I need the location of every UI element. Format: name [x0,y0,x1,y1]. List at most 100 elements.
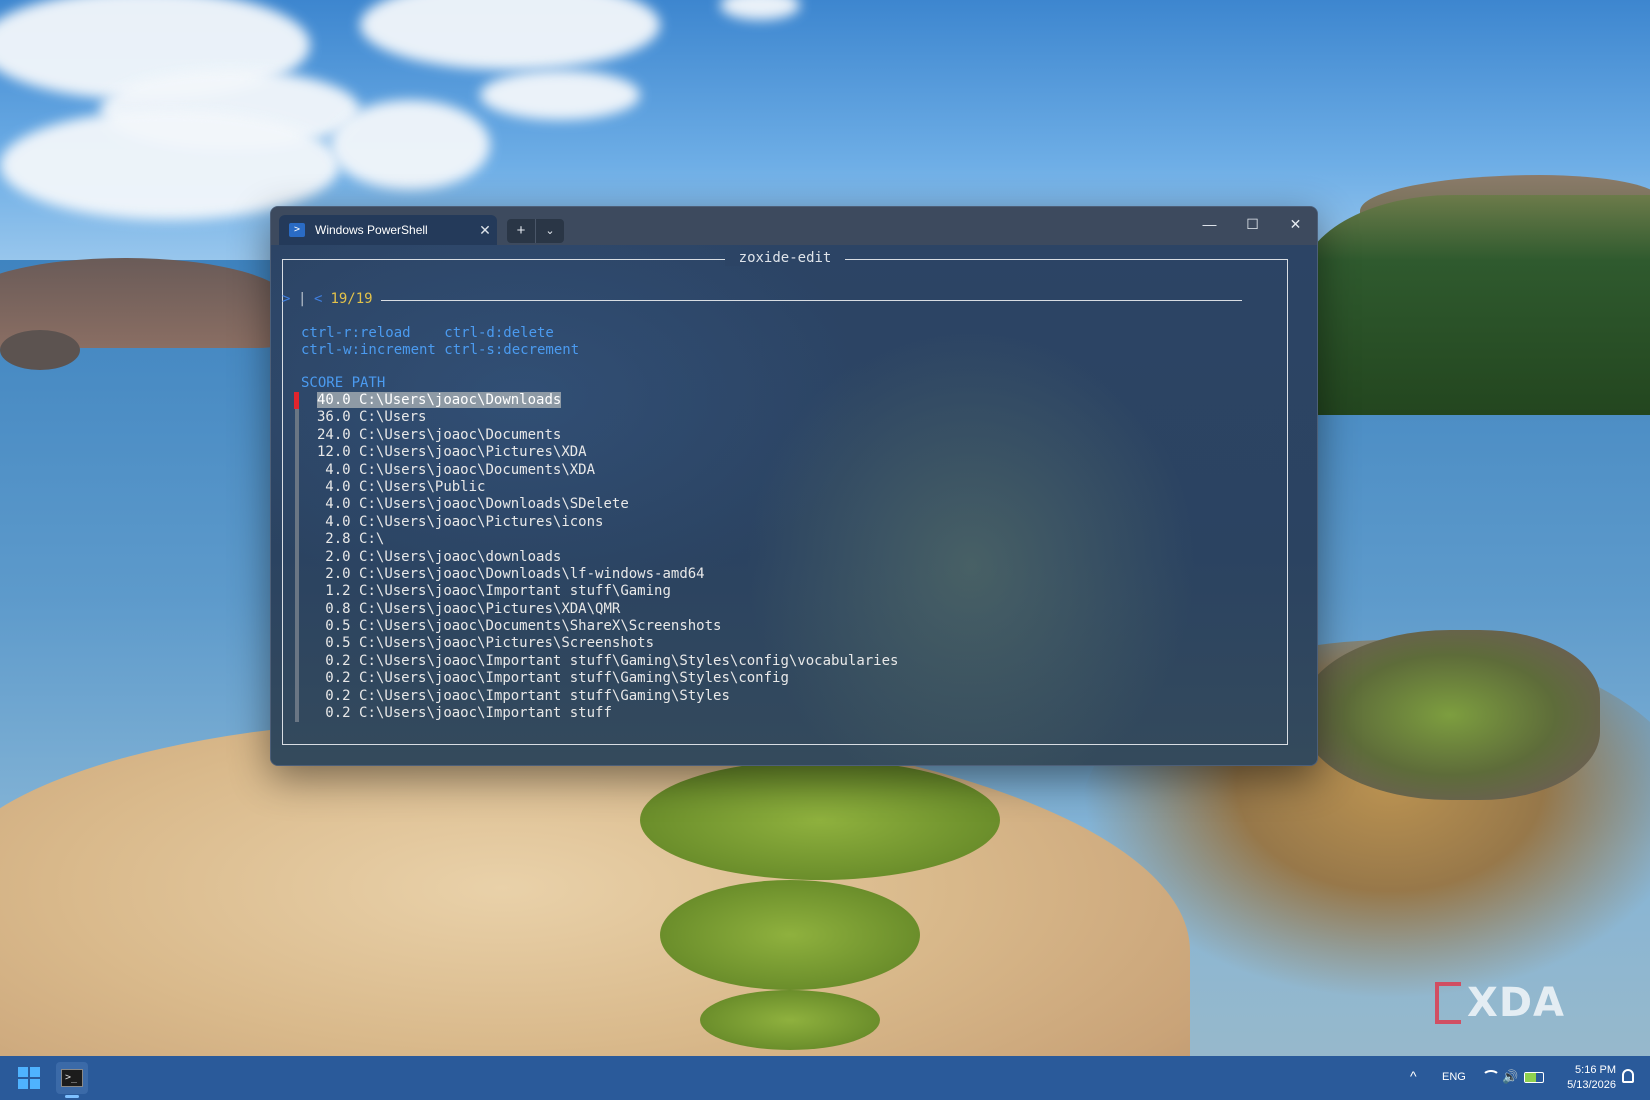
row-text: 2.0 C:\Users\joaoc\Downloads\lf-windows-… [317,565,705,582]
selection-marker [294,392,299,410]
list-item[interactable]: 1.2 C:\Users\joaoc\Important stuff\Gamin… [283,583,1083,601]
list-item[interactable]: 0.2 C:\Users\joaoc\Important stuff [283,705,1083,723]
language-indicator[interactable]: ENG [1442,1071,1466,1083]
list-header: SCORE PATH [301,375,386,391]
gutter-marker [295,548,299,566]
list-item[interactable]: 0.2 C:\Users\joaoc\Important stuff\Gamin… [283,687,1083,706]
volume-icon[interactable]: 🔊 [1502,1069,1518,1085]
list-item[interactable]: 0.2 C:\Users\joaoc\Important stuff\Gamin… [283,652,1083,671]
row-score: 0.2 [325,705,351,722]
date: 5/13/2026 [1567,1079,1616,1091]
list-item[interactable]: 0.5 C:\Users\joaoc\Documents\ShareX\Scre… [283,618,1083,636]
new-tab-button[interactable]: + [507,219,535,243]
terminal-icon[interactable]: >_ [56,1062,88,1098]
gutter-marker [295,705,299,723]
list-item[interactable]: 2.0 C:\Users\joaoc\downloads [283,548,1083,566]
row-path: C:\Users\joaoc\Pictures\Screenshots [359,635,655,652]
notification-bell-icon[interactable] [1622,1069,1634,1083]
help-line-2: ctrl-w:increment ctrl-s:decrement [301,342,580,358]
row-text: 12.0 C:\Users\joaoc\Pictures\XDA [317,444,587,460]
list-item[interactable]: 2.8 C:\ [283,531,1083,549]
row-path: C:\Users\joaoc\Pictures\XDA\QMR [359,600,621,617]
list-item[interactable]: 0.5 C:\Users\joaoc\Pictures\Screenshots [283,635,1083,653]
terminal-content[interactable]: zoxide-edit > | < 19/19 ctrl-r:reload ct… [271,245,1317,765]
gutter-marker [295,600,299,619]
row-score: 2.0 [325,548,351,565]
list-item[interactable]: 4.0 C:\Users\joaoc\Documents\XDA [283,461,1083,479]
row-text: 2.8 C:\ [317,531,384,547]
gutter-marker [295,531,299,549]
gutter-marker [295,583,299,601]
tab-title: Windows PowerShell [315,223,428,237]
row-path: C:\Users\joaoc\Documents\ShareX\Screensh… [359,618,722,635]
taskbar: >_ ^ ENG 🔊 5:16 PM 5/13/2026 [0,1056,1650,1100]
prompt-cursor: | [298,291,307,308]
row-text: 2.0 C:\Users\joaoc\downloads [317,549,561,565]
chevron-down-icon[interactable]: ⌄ [535,219,564,243]
row-path: C:\Users\joaoc\Downloads\lf-windows-amd6… [359,565,705,582]
window-controls: — ☐ ✕ [1188,207,1317,241]
clock[interactable]: 5:16 PM 5/13/2026 [1556,1063,1616,1093]
row-text: 1.2 C:\Users\joaoc\Important stuff\Gamin… [317,583,671,599]
title-bar[interactable]: > Windows PowerShell ✕ + ⌄ — ☐ ✕ [271,207,1317,245]
list-item[interactable]: 36.0 C:\Users [283,409,1083,427]
row-path: C:\Users\joaoc\Documents\XDA [359,461,596,478]
row-score: 0.2 [325,687,351,704]
gutter-marker [295,687,299,706]
row-text: 0.5 C:\Users\joaoc\Documents\ShareX\Scre… [317,618,721,634]
row-path: C:\Users\joaoc\Important stuff\Gaming\St… [359,670,789,687]
list-item[interactable]: 40.0 C:\Users\joaoc\Downloads [283,392,1083,410]
xda-watermark: XDA [1435,980,1565,1026]
fzf-prompt[interactable]: > | < 19/19 [282,291,1242,309]
row-score: 4.0 [325,496,351,513]
row-text: 0.2 C:\Users\joaoc\Important stuff [317,705,612,721]
close-button[interactable]: ✕ [1274,207,1317,241]
list-item[interactable]: 4.0 C:\Users\Public [283,478,1083,497]
gutter-marker [295,618,299,636]
gutter-marker [295,565,299,584]
list-item[interactable]: 0.2 C:\Users\joaoc\Important stuff\Gamin… [283,670,1083,688]
row-score: 12.0 [317,444,351,461]
row-path: C:\Users\joaoc\downloads [359,548,562,565]
list-item[interactable]: 4.0 C:\Users\joaoc\Downloads\SDelete [283,496,1083,514]
wifi-icon[interactable] [1482,1070,1500,1084]
row-text: 4.0 C:\Users\joaoc\Documents\XDA [317,462,595,478]
powershell-icon: > [289,223,305,237]
minimize-button[interactable]: — [1188,207,1231,241]
row-path: C:\Users\joaoc\Downloads\SDelete [359,496,629,513]
new-tab-group: + ⌄ [507,219,564,243]
prompt-separator [380,299,1242,301]
row-text: 0.2 C:\Users\joaoc\Important stuff\Gamin… [317,670,789,686]
list-item[interactable]: 4.0 C:\Users\joaoc\Pictures\icons [283,513,1083,532]
row-path: C:\Users\joaoc\Pictures\XDA [359,444,587,461]
gutter-marker [295,513,299,532]
row-score: 0.2 [325,652,351,669]
list-item[interactable]: 24.0 C:\Users\joaoc\Documents [283,426,1083,445]
time: 5:16 PM [1575,1064,1616,1076]
gutter-marker [295,444,299,462]
row-score: 2.0 [325,565,351,582]
tab-close-icon[interactable]: ✕ [473,222,497,239]
row-score: 1.2 [325,583,351,600]
row-score: 4.0 [325,478,351,495]
windows-start-icon[interactable] [18,1067,40,1089]
row-text: 0.8 C:\Users\joaoc\Pictures\XDA\QMR [317,601,620,617]
list-item[interactable]: 2.0 C:\Users\joaoc\Downloads\lf-windows-… [283,565,1083,584]
list-item[interactable]: 0.8 C:\Users\joaoc\Pictures\XDA\QMR [283,600,1083,619]
row-score: 40.0 [317,392,351,408]
row-text: 4.0 C:\Users\Public [317,479,485,495]
row-text: 4.0 C:\Users\joaoc\Pictures\icons [317,514,603,530]
row-path: C:\Users\joaoc\Documents [359,426,562,443]
maximize-button[interactable]: ☐ [1231,207,1274,241]
chevron-up-icon[interactable]: ^ [1410,1068,1417,1084]
battery-icon[interactable] [1524,1072,1544,1083]
terminal-window: > Windows PowerShell ✕ + ⌄ — ☐ ✕ zoxide-… [270,206,1318,766]
list-item[interactable]: 12.0 C:\Users\joaoc\Pictures\XDA [283,444,1083,462]
tab-windows-powershell[interactable]: > Windows PowerShell ✕ [279,215,497,245]
row-text: 0.5 C:\Users\joaoc\Pictures\Screenshots [317,635,654,651]
gutter-marker [295,496,299,514]
frame-title: zoxide-edit [724,250,846,266]
row-score: 0.5 [325,618,351,635]
row-score: 0.8 [325,600,351,617]
row-text: 0.2 C:\Users\joaoc\Important stuff\Gamin… [317,688,730,704]
